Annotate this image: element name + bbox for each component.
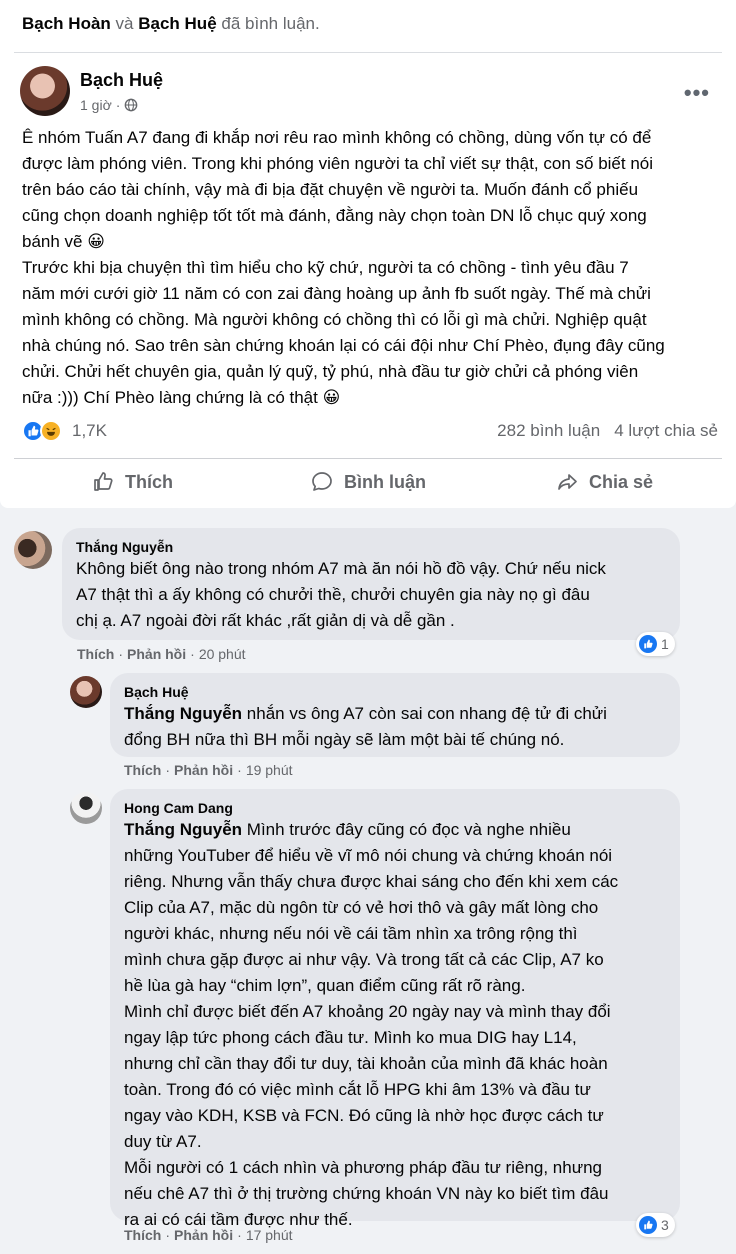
commenter-name[interactable]: Hong Cam Dang [124, 799, 666, 817]
sep-dot: · [190, 646, 195, 662]
shares-count-link[interactable]: 4 lượt chia sẻ [614, 421, 718, 441]
activity-conj: và [115, 14, 134, 33]
activity-line: Bạch Hoàn và Bạch Huệ đã bình luận. [22, 14, 320, 34]
comment-like-link[interactable]: Thích [77, 646, 114, 662]
comment-reply-link[interactable]: Phản hồi [174, 1227, 233, 1243]
comment-time[interactable]: 19 phút [246, 762, 293, 778]
like-reaction-icon [639, 635, 657, 653]
like-reaction-icon [639, 1216, 657, 1234]
mention-link[interactable]: Thắng Nguyễn [124, 820, 242, 839]
comment-actions: Thích · Phản hồi · 17 phút [124, 1227, 293, 1243]
divider [14, 52, 722, 53]
comment-text: Thắng Nguyễn Mình trước đây cũng có đọc … [124, 817, 666, 1233]
commenter-name[interactable]: Thắng Nguyễn [76, 538, 666, 556]
sep-dot: · [118, 646, 124, 662]
comment-actions: Thích · Phản hồi · 20 phút [77, 646, 246, 662]
comment-time[interactable]: 17 phút [246, 1227, 293, 1243]
post-card: Bạch Hoàn và Bạch Huệ đã bình luận. Bạch… [0, 0, 736, 508]
post-stats: 1,7K 282 bình luận 4 lượt chia sẻ [22, 416, 718, 446]
commenter-avatar[interactable] [70, 676, 102, 708]
post-author[interactable]: Bạch Huệ [80, 70, 163, 91]
like-button[interactable]: Thích [14, 462, 250, 502]
activity-suffix: đã bình luận. [221, 14, 320, 33]
share-button[interactable]: Chia sẻ [486, 462, 722, 502]
share-icon [558, 474, 577, 490]
haha-reaction-icon [40, 420, 62, 442]
meta-dot: · [115, 97, 121, 113]
activity-user-1[interactable]: Bạch Hoàn [22, 14, 111, 33]
more-options-icon[interactable]: ••• [684, 80, 710, 106]
comment-bubble: Bạch Huệ Thắng Nguyễn nhắn vs ông A7 còn… [110, 673, 680, 757]
commenter-name[interactable]: Bạch Huệ [124, 683, 666, 701]
comment-text: Thắng Nguyễn nhắn vs ông A7 còn sai con … [124, 701, 666, 753]
post-actions: Thích Bình luận Chia sẻ [14, 462, 722, 502]
comment-actions: Thích · Phản hồi · 19 phút [124, 762, 293, 778]
mention-link[interactable]: Thắng Nguyễn [124, 704, 242, 723]
comment-icon [312, 472, 332, 491]
share-label: Chia sẻ [588, 471, 654, 492]
comment-bubble: Hong Cam Dang Thắng Nguyễn Mình trước đâ… [110, 789, 680, 1229]
comment-time[interactable]: 20 phút [199, 646, 246, 662]
comment-reaction-count: 3 [661, 1217, 669, 1233]
author-avatar[interactable] [20, 66, 70, 116]
sep-dot: · [237, 1227, 242, 1243]
comment-reply-link[interactable]: Phản hồi [127, 646, 186, 662]
reaction-count: 1,7K [72, 421, 107, 440]
comments-count-link[interactable]: 282 bình luận [497, 421, 600, 441]
comment-button[interactable]: Bình luận [250, 462, 486, 502]
sep-dot: · [165, 762, 171, 778]
reaction-icons[interactable]: 1,7K [22, 420, 107, 442]
divider [14, 458, 722, 459]
post-meta: 1 giờ · [80, 97, 138, 113]
comment-bubble: Thắng Nguyễn Không biết ông nào trong nh… [62, 528, 680, 640]
sep-dot: · [165, 1227, 171, 1243]
comment-reactions[interactable]: 3 [636, 1213, 675, 1237]
like-label: Thích [125, 471, 173, 492]
activity-user-2[interactable]: Bạch Huệ [138, 14, 216, 33]
commenter-avatar[interactable] [14, 531, 52, 569]
comment-reactions[interactable]: 1 [636, 632, 675, 656]
sep-dot: · [237, 762, 242, 778]
comment-like-link[interactable]: Thích [124, 762, 161, 778]
commenter-avatar[interactable] [70, 792, 102, 824]
comment-text: Không biết ông nào trong nhóm A7 mà ăn n… [76, 559, 606, 630]
post-time[interactable]: 1 giờ [80, 97, 112, 113]
comment-text-body: Mình trước đây cũng có đọc và nghe nhiều… [124, 820, 619, 1229]
post-body: Ê nhóm Tuấn A7 đang đi khắp nơi rêu rao … [22, 128, 665, 407]
globe-icon [125, 98, 138, 112]
comment-reply-link[interactable]: Phản hồi [174, 762, 233, 778]
comment-label: Bình luận [344, 471, 426, 492]
comment-reaction-count: 1 [661, 636, 669, 652]
comment-like-link[interactable]: Thích [124, 1227, 161, 1243]
thumbs-up-icon [94, 472, 113, 491]
